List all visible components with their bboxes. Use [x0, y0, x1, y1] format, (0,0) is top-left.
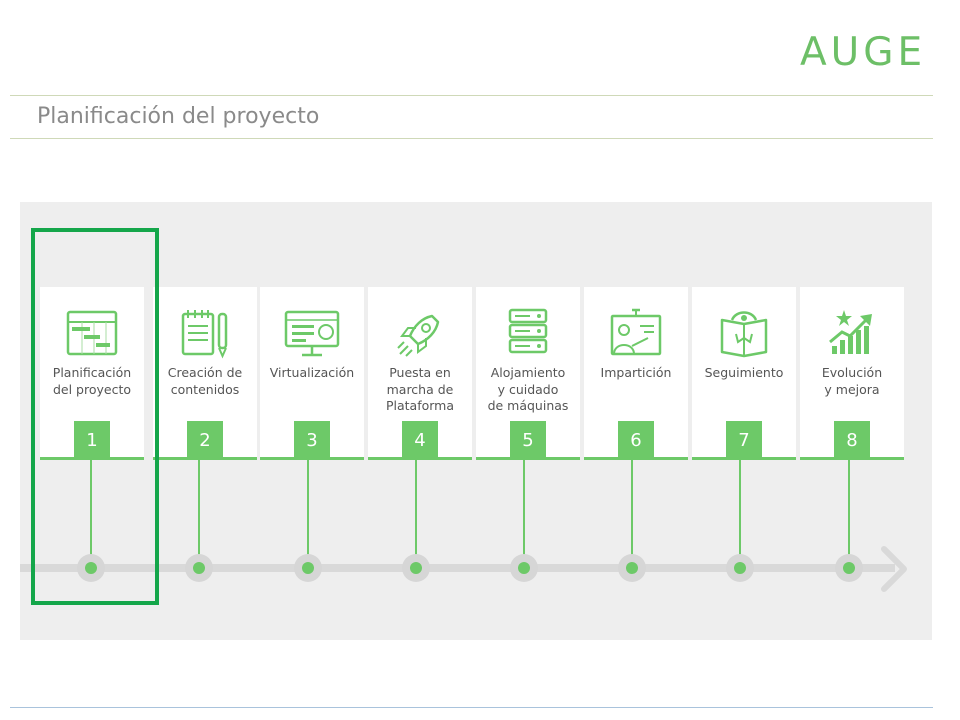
step-card-5: Alojamiento y cuidado de máquinas 5 — [476, 287, 580, 460]
step-number-badge: 5 — [510, 421, 546, 459]
header-divider-top — [10, 95, 933, 96]
selected-step-highlight — [31, 228, 159, 605]
step-number-badge: 7 — [726, 421, 762, 459]
step-card-6: Impartición 6 — [584, 287, 688, 460]
growth-chart-icon — [829, 310, 872, 354]
timeline-node-dot — [734, 562, 746, 574]
notepad-pen-icon — [181, 310, 228, 359]
step-card-8: Evolución y mejora 8 — [800, 287, 904, 460]
step-connector — [307, 459, 309, 567]
page-title: Planificación del proyecto — [37, 104, 320, 129]
rocket-icon — [397, 314, 440, 357]
step-label: Evolución y mejora — [821, 365, 883, 397]
timeline-node-4 — [402, 554, 430, 582]
step-card-2: Creación de contenidos 2 — [153, 287, 257, 460]
step-label: Creación de contenidos — [167, 365, 243, 397]
timeline-node-dot — [193, 562, 205, 574]
auge-logo: AUGE — [800, 30, 927, 75]
timeline-node-dot — [302, 562, 314, 574]
header-divider-bottom — [10, 138, 933, 139]
step-connector — [631, 459, 633, 567]
step-number-badge: 2 — [187, 421, 223, 459]
step-connector — [523, 459, 525, 567]
step-number-badge: 3 — [294, 421, 330, 459]
timeline-node-dot — [843, 562, 855, 574]
timeline-node-8 — [835, 554, 863, 582]
step-connector — [198, 459, 200, 567]
step-label: Seguimiento — [704, 365, 784, 380]
step-label: Virtualización — [269, 365, 355, 380]
step-number-badge: 8 — [834, 421, 870, 459]
step-card-7: Seguimiento 7 — [692, 287, 796, 460]
timeline-node-2 — [185, 554, 213, 582]
step-connector — [415, 459, 417, 567]
teacher-board-icon — [610, 308, 662, 356]
book-eye-icon — [720, 311, 768, 358]
step-label: Puesta en marcha de Plataforma — [385, 365, 455, 413]
step-label: Alojamiento y cuidado de máquinas — [487, 365, 569, 413]
footer-divider — [10, 707, 933, 708]
server-stack-icon — [508, 308, 548, 354]
step-card-3: Virtualización 3 — [260, 287, 364, 460]
timeline-arrow-icon — [881, 546, 907, 592]
timeline-node-7 — [726, 554, 754, 582]
step-card-4: Puesta en marcha de Plataforma 4 — [368, 287, 472, 460]
timeline-node-3 — [294, 554, 322, 582]
timeline-node-dot — [410, 562, 422, 574]
monitor-icon — [284, 310, 340, 357]
timeline-node-5 — [510, 554, 538, 582]
timeline-node-dot — [518, 562, 530, 574]
timeline-node-6 — [618, 554, 646, 582]
step-connector — [739, 459, 741, 567]
step-connector — [848, 459, 850, 567]
step-number-badge: 6 — [618, 421, 654, 459]
timeline-node-dot — [626, 562, 638, 574]
step-number-badge: 4 — [402, 421, 438, 459]
step-label: Impartición — [600, 365, 672, 380]
